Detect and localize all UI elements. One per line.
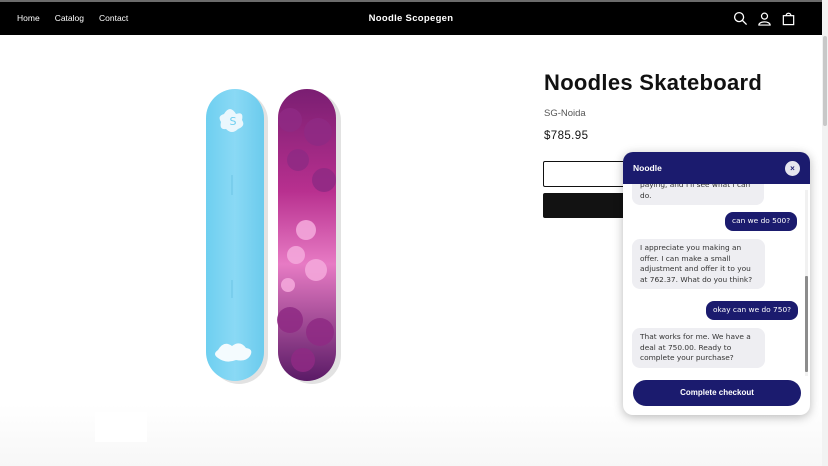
site-header: Home Catalog Contact Noodle Scopegen: [0, 0, 822, 35]
chat-message-bot: I appreciate you making an offer. I can …: [632, 239, 765, 290]
header-icons: [733, 11, 796, 26]
store-brand[interactable]: Noodle Scopegen: [0, 13, 822, 24]
chat-close-button[interactable]: ×: [785, 161, 800, 176]
cart-icon[interactable]: [781, 11, 796, 26]
chat-header: Noodle ×: [623, 152, 810, 184]
chat-message-bot: That works for me. We have a deal at 750…: [632, 328, 765, 368]
account-icon[interactable]: [757, 11, 772, 26]
product-title: Noodles Skateboard: [544, 70, 763, 95]
page: Home Catalog Contact Noodle Scopegen S N…: [0, 0, 828, 466]
product-price: $785.95: [544, 130, 589, 142]
chat-title: Noodle: [633, 163, 662, 173]
complete-checkout-button[interactable]: Complete checkout: [633, 380, 801, 406]
chat-message-user: can we do 500?: [725, 212, 798, 231]
page-scrollbar[interactable]: [822, 0, 828, 466]
chat-scrollbar-thumb[interactable]: [805, 276, 808, 372]
snowboards-illustration: S: [206, 89, 341, 384]
chat-messages[interactable]: paying, and I'll see what I can do. can …: [623, 184, 810, 377]
product-vendor: SG-Noida: [544, 108, 586, 119]
chat-widget: Noodle × paying, and I'll see what I can…: [623, 152, 810, 415]
page-scrollbar-thumb[interactable]: [823, 36, 827, 126]
page-bottom-block: [95, 412, 147, 442]
product-image[interactable]: S: [138, 70, 401, 400]
chat-message-bot: paying, and I'll see what I can do.: [632, 184, 764, 206]
chat-message-user: okay can we do 750?: [706, 301, 799, 320]
search-icon[interactable]: [733, 11, 748, 26]
svg-text:S: S: [230, 115, 237, 128]
